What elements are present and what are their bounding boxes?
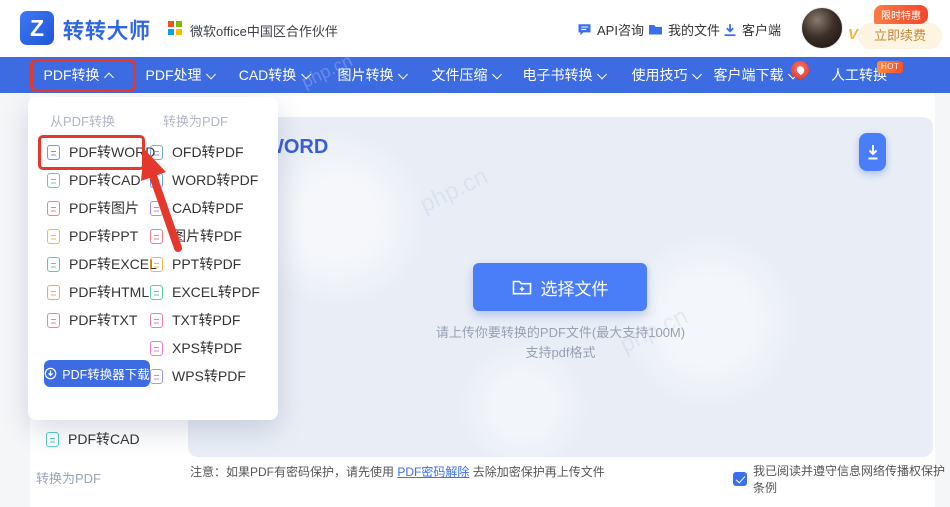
nav-item-client-download[interactable]: 客户端下载 [714,57,797,93]
api-consult-link[interactable]: API咨询 [577,20,644,39]
menu-item-cad-to-pdf[interactable]: CAD转PDF [150,194,260,222]
menu-item-pdf-to-cad[interactable]: PDF转CAD [47,166,157,194]
dropdown-col1-header: 从PDF转换 [50,111,115,130]
nav-item-file-compress[interactable]: 文件压缩 [432,57,501,93]
hot-badge: HOT [877,61,903,73]
chevron-up-icon [104,73,114,83]
doc-icon [150,341,163,356]
doc-icon [150,145,163,160]
menu-item-word-to-pdf[interactable]: WORD转PDF [150,166,260,194]
menu-item-pdf-to-word[interactable]: PDF转WORD [47,138,157,166]
menu-item-pdf-to-image[interactable]: PDF转图片 [47,194,157,222]
api-consult-label: API咨询 [597,20,644,39]
menu-item-excel-to-pdf[interactable]: EXCEL转PDF [150,278,260,306]
menu-item-pdf-to-excel[interactable]: PDF转EXCEL [47,250,157,278]
doc-icon [47,229,60,244]
doc-icon [47,145,60,160]
doc-icon [150,369,163,384]
doc-icon [150,257,163,272]
doc-icon [150,201,163,216]
nav-item-pdf-convert[interactable]: PDF转换 [44,57,113,93]
select-file-button[interactable]: 选择文件 [473,263,647,311]
brand-logo-icon[interactable]: Z [20,11,54,45]
doc-icon [47,173,60,188]
doc-icon [150,173,163,188]
chevron-down-icon [398,70,408,80]
nav-item-pdf-process[interactable]: PDF处理 [146,57,215,93]
menu-item-pdf-to-ppt[interactable]: PDF转PPT [47,222,157,250]
folder-icon [648,23,663,36]
download-icon [723,23,737,37]
sidebar-item-pdf-to-cad[interactable]: PDF转CAD [46,429,140,449]
main-nav: php.cn PDF转换 PDF处理 CAD转换 图片转换 文件压缩 电子书转换… [0,57,950,93]
menu-item-xps-to-pdf[interactable]: XPS转PDF [150,334,260,362]
doc-icon [47,257,60,272]
chevron-down-icon [206,70,216,80]
dropdown-col2-header: 转换为PDF [163,111,228,130]
menu-item-ppt-to-pdf[interactable]: PPT转PDF [150,250,260,278]
top-header: Z 转转大师 微软office中国区合作伙伴 API咨询 我的文件 客户端 立即… [0,0,950,57]
chat-icon [577,23,592,37]
microsoft-logo-icon [168,21,182,35]
pdf-converter-download-button[interactable]: PDF转换器下载 [44,360,150,387]
folder-plus-icon [512,279,532,296]
pdf-convert-dropdown: 从PDF转换 转换为PDF PDF转WORD PDF转CAD PDF转图片 PD… [28,97,278,420]
menu-item-wps-to-pdf[interactable]: WPS转PDF [150,362,260,390]
menu-item-txt-to-pdf[interactable]: TXT转PDF [150,306,260,334]
promo-badge: 限时特惠 [874,5,928,24]
doc-icon [46,432,59,447]
cloud-download-icon [44,367,57,380]
chevron-down-icon [692,70,702,80]
doc-icon [47,201,60,216]
partner-text: 微软office中国区合作伙伴 [190,21,338,40]
my-files-link[interactable]: 我的文件 [648,20,720,39]
upload-hint-line1: 请上传你要转换的PDF文件(最大支持100M) [188,322,933,341]
brand-name[interactable]: 转转大师 [63,15,151,45]
dropdown-col2: OFD转PDF WORD转PDF CAD转PDF 图片转PDF PPT转PDF … [150,138,260,390]
menu-item-ofd-to-pdf[interactable]: OFD转PDF [150,138,260,166]
dropdown-col1: PDF转WORD PDF转CAD PDF转图片 PDF转PPT PDF转EXCE… [47,138,157,334]
client-link[interactable]: 客户端 [723,20,781,39]
client-label: 客户端 [742,20,781,39]
watermark: php.cn [416,163,493,220]
my-files-label: 我的文件 [668,20,720,39]
select-file-label: 选择文件 [541,275,609,300]
doc-icon [150,285,163,300]
doc-icon [150,229,163,244]
menu-item-image-to-pdf[interactable]: 图片转PDF [150,222,260,250]
fire-icon [791,61,809,79]
renew-button[interactable]: 立即续费 [858,23,942,49]
sidebar-item-label: PDF转CAD [68,429,140,449]
client-download-float-icon[interactable] [859,133,886,171]
password-note: 注意：如果PDF有密码保护，请先使用 PDF密码解除 去除加密保护再上传文件 [190,463,605,480]
agreement-row: 我已阅读并遵守信息网络传播权保护条例 [733,462,950,496]
sidebar-section-header: 转换为PDF [36,468,101,487]
agreement-label: 我已阅读并遵守信息网络传播权保护条例 [753,462,950,496]
nav-item-tips[interactable]: 使用技巧 [632,57,701,93]
doc-icon [47,313,60,328]
doc-icon [150,313,163,328]
vip-icon: V [848,26,858,43]
menu-item-pdf-to-html[interactable]: PDF转HTML [47,278,157,306]
nav-item-ebook-convert[interactable]: 电子书转换 [523,57,606,93]
upload-hint-line2: 支持pdf格式 [188,342,933,361]
chevron-down-icon [597,70,607,80]
menu-item-pdf-to-txt[interactable]: PDF转TXT [47,306,157,334]
user-avatar[interactable] [801,7,843,49]
pdf-password-remove-link[interactable]: PDF密码解除 [397,465,469,479]
doc-icon [47,285,60,300]
agreement-checkbox[interactable] [733,472,747,486]
chevron-down-icon [492,70,502,80]
